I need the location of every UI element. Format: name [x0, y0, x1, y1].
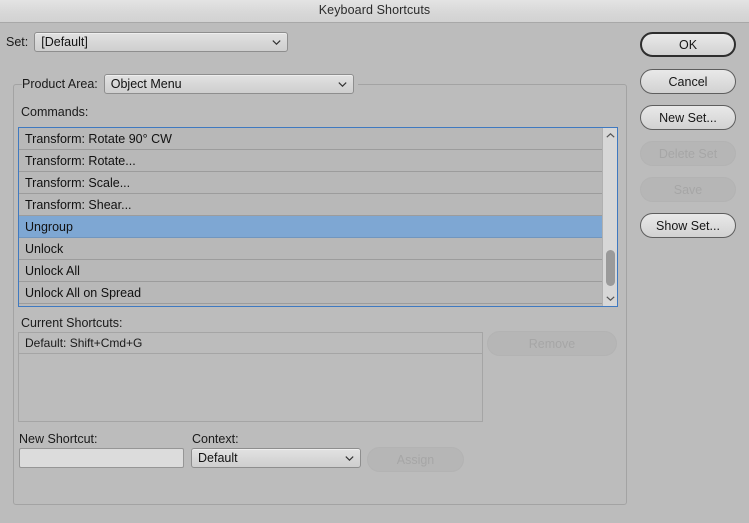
assign-button[interactable]: Assign — [367, 447, 464, 472]
scrollbar-thumb[interactable] — [606, 250, 615, 286]
command-list-item[interactable]: Transform: Shear... — [19, 194, 602, 216]
set-dropdown[interactable]: [Default] — [34, 32, 289, 52]
chevron-down-icon[interactable] — [603, 292, 617, 305]
dialog-body: Set: [Default] Product Area: Object Menu… — [0, 24, 749, 523]
command-list-item[interactable]: Ungroup — [19, 216, 602, 238]
new-shortcut-input[interactable] — [19, 448, 184, 468]
set-label: Set: — [6, 35, 29, 49]
context-dropdown[interactable]: Default — [191, 448, 361, 468]
current-shortcut-item[interactable]: Default: Shift+Cmd+G — [19, 333, 482, 354]
commands-rows: Transform: Rotate 90° CW Transform: Rotat… — [19, 128, 602, 306]
window-title: Keyboard Shortcuts — [318, 3, 431, 17]
commands-scrollbar[interactable] — [602, 128, 617, 306]
current-shortcuts-label: Current Shortcuts: — [21, 316, 123, 330]
command-list-item[interactable]: Transform: Scale... — [19, 172, 602, 194]
product-area-value: Object Menu — [110, 77, 182, 91]
command-list-item[interactable]: Unlock — [19, 238, 602, 260]
show-set-button[interactable]: Show Set... — [640, 213, 736, 238]
command-list-item[interactable]: Unlock All on Spread — [19, 282, 602, 304]
commands-label: Commands: — [21, 105, 89, 119]
ok-button[interactable]: OK — [640, 32, 736, 57]
chevron-down-icon — [345, 456, 354, 461]
chevron-down-icon — [338, 82, 347, 87]
window-titlebar: Keyboard Shortcuts — [0, 0, 749, 23]
current-shortcuts-list[interactable]: Default: Shift+Cmd+G — [18, 332, 483, 422]
product-area-label: Product Area: — [22, 77, 98, 91]
set-row: Set: [Default] — [6, 32, 289, 52]
context-dropdown-value: Default — [198, 451, 238, 465]
product-area-dropdown[interactable]: Object Menu — [103, 74, 354, 94]
cancel-button[interactable]: Cancel — [640, 69, 736, 94]
commands-list[interactable]: Transform: Rotate 90° CW Transform: Rotat… — [18, 127, 618, 307]
set-dropdown-value: [Default] — [41, 35, 88, 49]
command-list-item[interactable]: Transform: Rotate 90° CW — [19, 128, 602, 150]
delete-set-button[interactable]: Delete Set — [640, 141, 736, 166]
chevron-down-icon — [272, 40, 281, 45]
context-label: Context: — [192, 432, 239, 446]
chevron-up-icon[interactable] — [603, 129, 617, 142]
command-list-item[interactable]: Transform: Rotate... — [19, 150, 602, 172]
command-list-item[interactable]: Unlock All — [19, 260, 602, 282]
new-set-button[interactable]: New Set... — [640, 105, 736, 130]
new-shortcut-label: New Shortcut: — [19, 432, 98, 446]
product-area-row: Product Area: Object Menu — [22, 74, 358, 94]
save-button[interactable]: Save — [640, 177, 736, 202]
remove-button[interactable]: Remove — [487, 331, 617, 356]
